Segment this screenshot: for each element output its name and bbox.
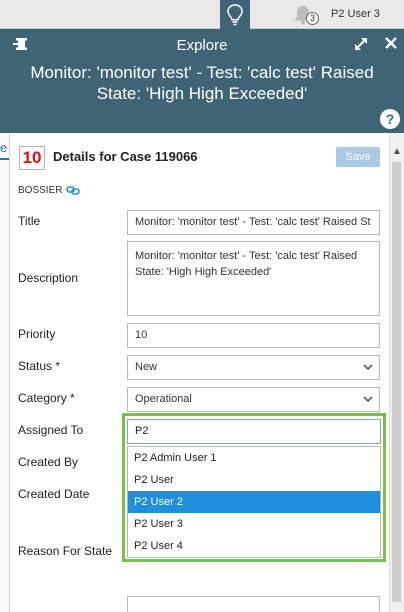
case-number-badge: 10 (19, 146, 45, 170)
description-label: Description (18, 271, 79, 285)
close-icon[interactable] (383, 35, 399, 51)
assigned-to-label: Assigned To (18, 423, 84, 437)
left-panel-edge (0, 133, 10, 612)
chevron-down-icon (363, 396, 373, 402)
priority-label: Priority (18, 327, 56, 341)
organization-label: BOSSIER (18, 185, 63, 196)
left-tab[interactable]: e (0, 140, 9, 158)
save-button[interactable]: Save (336, 147, 380, 167)
created-date-label: Created Date (18, 487, 90, 501)
description-field[interactable]: Monitor: 'monitor test' - Test: 'calc te… (127, 241, 380, 316)
dropdown-option[interactable]: P2 User 3 (128, 513, 380, 535)
title-field[interactable]: Monitor: 'monitor test' - Test: 'calc te… (127, 210, 380, 235)
lightbulb-button[interactable] (220, 0, 250, 29)
priority-field[interactable]: 10 (127, 323, 380, 348)
lightbulb-icon (227, 3, 243, 25)
assigned-to-dropdown: P2 Admin User 1 P2 User P2 User 2 P2 Use… (127, 446, 381, 558)
status-label: Status * (18, 359, 61, 373)
link-icon[interactable] (66, 184, 80, 196)
dropdown-option-selected[interactable]: P2 User 2 (128, 491, 380, 513)
category-label: Category * (18, 391, 75, 405)
explore-title: Explore (176, 37, 228, 54)
case-title: Details for Case 119066 (53, 149, 198, 164)
expand-icon[interactable] (353, 36, 369, 52)
scrollbar-thumb[interactable] (392, 162, 401, 602)
reason-for-state-label: Reason For State (18, 544, 113, 558)
explore-subtitle: Monitor: 'monitor test' - Test: 'calc te… (30, 63, 374, 103)
category-select[interactable]: Operational (127, 387, 380, 412)
scroll-up-arrow-icon[interactable]: ▲ (390, 146, 404, 158)
reason-for-state-field[interactable] (127, 596, 380, 612)
created-by-label: Created By (18, 455, 79, 469)
left-tab-underline (0, 158, 9, 160)
assigned-to-input[interactable]: P2 (127, 419, 381, 444)
status-value: New (135, 361, 158, 373)
category-value: Operational (135, 393, 192, 405)
status-select[interactable]: New (127, 355, 380, 380)
notification-count-badge: 3 (306, 12, 319, 25)
help-icon[interactable]: ? (380, 109, 400, 129)
chevron-down-icon (363, 364, 373, 370)
dropdown-option[interactable]: P2 User (128, 469, 380, 491)
dropdown-option[interactable]: P2 User 4 (128, 535, 380, 557)
user-menu[interactable]: P2 User 3 (331, 8, 380, 20)
explore-header: Explore Monitor: 'monitor test' - Test: … (0, 29, 404, 133)
dropdown-option[interactable]: P2 Admin User 1 (128, 447, 380, 469)
title-label: Title (18, 214, 41, 228)
